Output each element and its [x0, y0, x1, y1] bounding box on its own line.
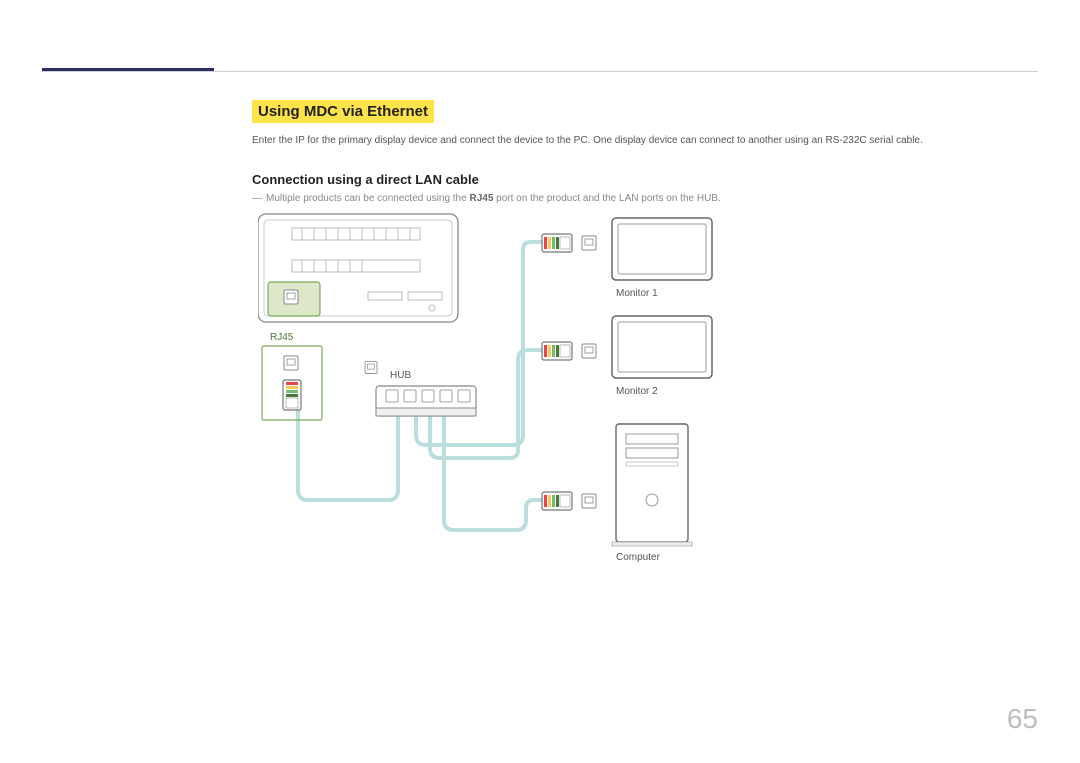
monitor-1	[542, 218, 712, 280]
subheading: Connection using a direct LAN cable	[252, 172, 1030, 187]
label-monitor2: Monitor 2	[616, 386, 658, 397]
content-area: Using MDC via Ethernet Enter the IP for …	[252, 100, 1030, 204]
rj45-callout	[262, 346, 322, 420]
section-title: Using MDC via Ethernet	[252, 100, 434, 123]
label-monitor1: Monitor 1	[616, 288, 658, 299]
intro-paragraph: Enter the IP for the primary display dev…	[252, 133, 1030, 148]
header-divider	[42, 71, 1038, 72]
computer-tower	[542, 424, 692, 546]
monitor-2	[542, 316, 712, 378]
connection-diagram: RJ45 HUB Monitor 1 Monitor 2 Computer	[258, 200, 738, 580]
label-computer: Computer	[616, 552, 660, 563]
label-rj45: RJ45	[270, 332, 293, 343]
diagram-svg	[258, 200, 738, 580]
primary-device-back-panel	[258, 214, 458, 322]
page-number: 65	[1007, 703, 1038, 735]
label-hub: HUB	[390, 370, 411, 381]
hub-device	[365, 362, 476, 417]
